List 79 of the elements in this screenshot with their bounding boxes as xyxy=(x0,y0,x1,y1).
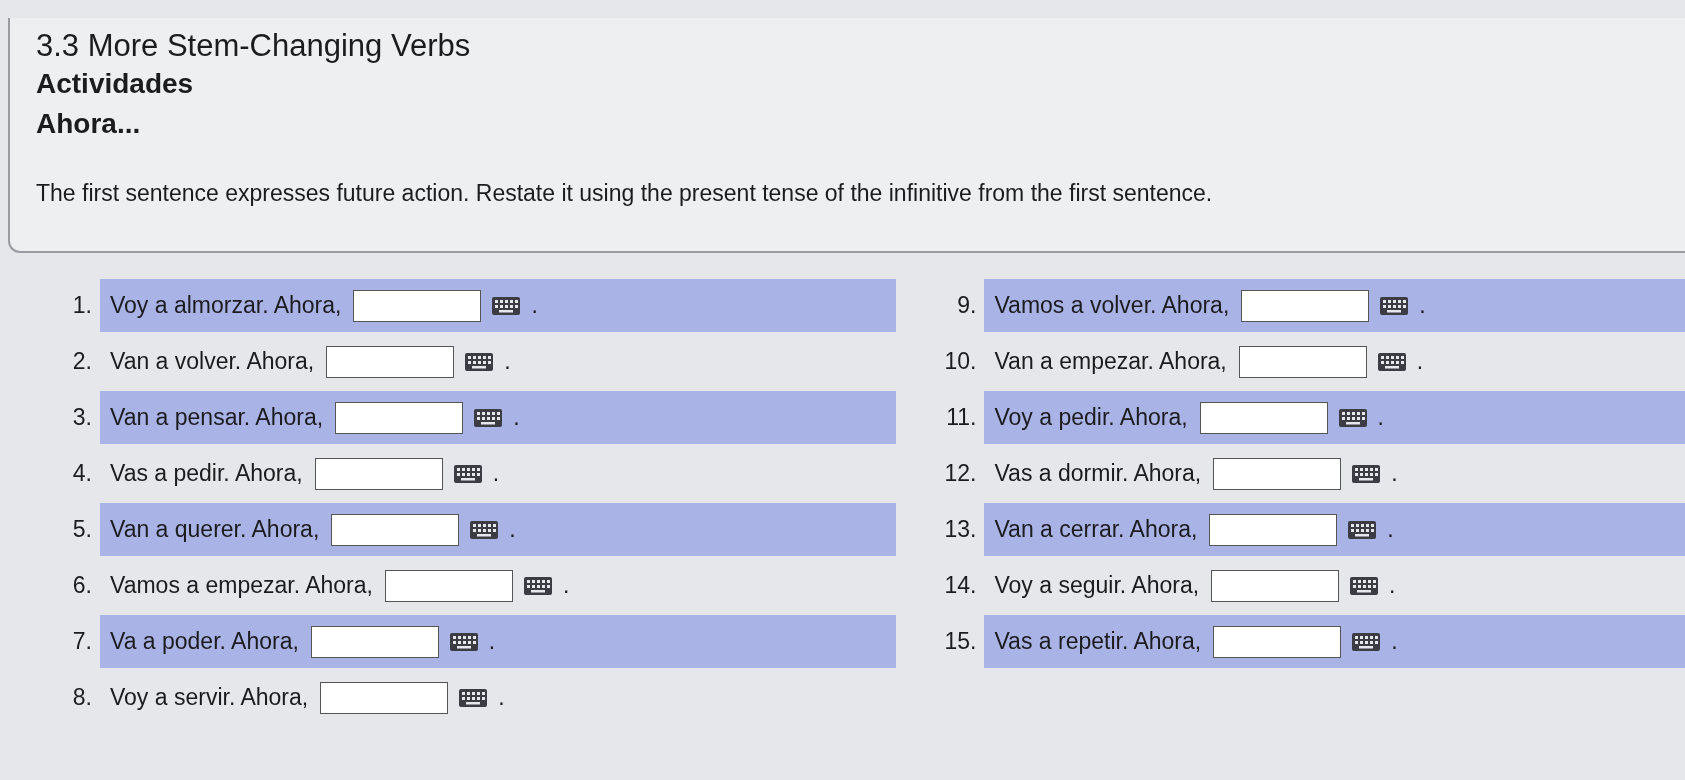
answer-field[interactable] xyxy=(1209,513,1338,546)
answer-field[interactable] xyxy=(335,401,464,434)
answer-field[interactable] xyxy=(314,457,443,490)
prompt-text: Van a cerrar. Ahora, xyxy=(994,516,1198,543)
prompt-text: Van a querer. Ahora, xyxy=(110,516,320,543)
answer-field[interactable] xyxy=(310,625,439,658)
prompt-text: Vamos a empezar. Ahora, xyxy=(110,572,373,599)
keyboard-icon[interactable] xyxy=(1347,519,1378,540)
prompt-text: Van a empezar. Ahora, xyxy=(994,348,1227,375)
answer-field[interactable] xyxy=(331,513,460,546)
keyboard-icon[interactable] xyxy=(1351,631,1382,652)
answer-field[interactable] xyxy=(353,289,482,322)
answer-field[interactable] xyxy=(1238,345,1367,378)
period: . xyxy=(509,516,516,543)
period: . xyxy=(1419,292,1426,319)
keyboard-icon[interactable] xyxy=(1351,463,1382,484)
keyboard-icon[interactable] xyxy=(458,687,489,708)
prompt-text: Voy a servir. Ahora, xyxy=(110,684,309,711)
period: . xyxy=(498,684,505,711)
item-number: 11. xyxy=(945,404,977,431)
period: . xyxy=(531,292,538,319)
keyboard-icon[interactable] xyxy=(448,631,479,652)
keyboard-icon[interactable] xyxy=(464,351,495,372)
item-number: 7. xyxy=(71,628,92,655)
prompt-text: Voy a seguir. Ahora, xyxy=(994,572,1200,599)
section-heading: Actividades xyxy=(36,68,195,100)
answer-field[interactable] xyxy=(1241,289,1370,322)
period: . xyxy=(1377,404,1384,431)
keyboard-icon[interactable] xyxy=(1349,575,1380,596)
item-number: 12. xyxy=(943,460,977,487)
answer-field[interactable] xyxy=(1213,457,1342,490)
instructions: The first sentence expresses future action. Restate it using the present tense of the infinitive from the first sentence. xyxy=(36,180,1214,207)
item-number: 5. xyxy=(71,516,92,543)
period: . xyxy=(504,348,511,375)
period: . xyxy=(1416,348,1424,375)
keyboard-icon[interactable] xyxy=(1379,295,1410,316)
keyboard-icon[interactable] xyxy=(491,295,522,316)
activity-heading: Ahora... xyxy=(36,108,142,140)
item-number: 15. xyxy=(943,628,977,655)
item-number: 6. xyxy=(71,572,92,599)
item-number: 14. xyxy=(943,572,977,599)
item-number: 4. xyxy=(71,460,92,487)
period: . xyxy=(1391,460,1398,487)
answer-field[interactable] xyxy=(1213,625,1342,658)
keyboard-icon[interactable] xyxy=(473,407,504,428)
prompt-text: Van a volver. Ahora, xyxy=(110,348,315,375)
prompt-text: Vas a dormir. Ahora, xyxy=(994,460,1202,487)
period: . xyxy=(562,572,570,599)
answer-field[interactable] xyxy=(1211,569,1340,602)
keyboard-icon[interactable] xyxy=(469,519,500,540)
period: . xyxy=(1389,572,1396,599)
prompt-text: Va a poder. Ahora, xyxy=(110,628,299,655)
keyboard-icon[interactable] xyxy=(1337,407,1368,428)
prompt-text: Van a pensar. Ahora, xyxy=(110,404,324,431)
answer-field[interactable] xyxy=(326,345,455,378)
prompt-text: Vamos a volver. Ahora, xyxy=(994,292,1230,319)
item-number: 2. xyxy=(71,348,92,375)
answer-field[interactable] xyxy=(1199,401,1328,434)
period: . xyxy=(492,460,500,487)
answer-field[interactable] xyxy=(320,681,449,714)
keyboard-icon[interactable] xyxy=(522,575,553,596)
item-number: 1. xyxy=(71,292,92,319)
period: . xyxy=(513,404,520,431)
prompt-text: Voy a almorzar. Ahora, xyxy=(110,292,342,319)
period: . xyxy=(1391,628,1398,655)
keyboard-icon[interactable] xyxy=(1376,351,1407,372)
item-number: 9. xyxy=(956,292,977,319)
prompt-text: Vas a repetir. Ahora, xyxy=(994,628,1202,655)
prompt-text: Vas a pedir. Ahora, xyxy=(110,460,303,487)
keyboard-icon[interactable] xyxy=(452,463,483,484)
item-number: 13. xyxy=(943,516,977,543)
period: . xyxy=(1387,516,1394,543)
item-number: 3. xyxy=(71,404,92,431)
prompt-text: Voy a pedir. Ahora, xyxy=(994,404,1188,431)
answer-field[interactable] xyxy=(384,569,513,602)
page-title: 3.3 More Stem-Changing Verbs xyxy=(36,28,472,64)
item-number: 8. xyxy=(71,684,92,711)
item-number: 10. xyxy=(943,348,977,375)
period: . xyxy=(488,628,496,655)
